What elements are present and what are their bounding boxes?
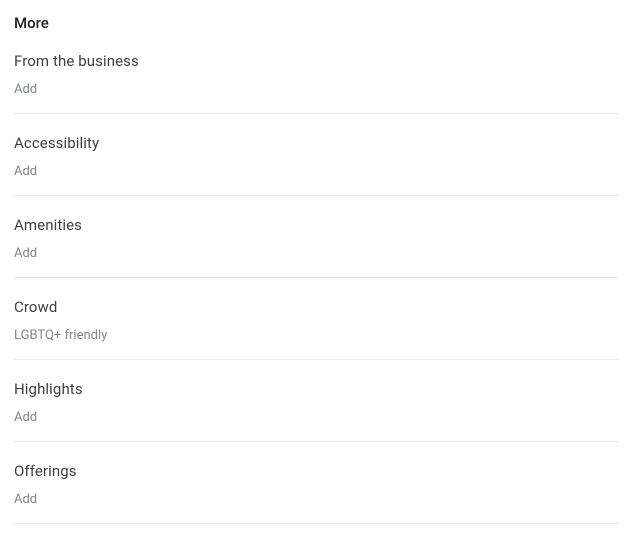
section-title: Crowd (14, 298, 619, 316)
section-value-add[interactable]: Add (14, 82, 619, 97)
section-value-add[interactable]: Add (14, 492, 619, 507)
section-from-the-business[interactable]: From the business Add (14, 52, 619, 114)
section-offerings[interactable]: Offerings Add (14, 462, 619, 524)
section-title: Accessibility (14, 134, 619, 152)
section-title: Offerings (14, 462, 619, 480)
section-highlights[interactable]: Highlights Add (14, 380, 619, 442)
section-amenities[interactable]: Amenities Add (14, 216, 619, 278)
section-accessibility[interactable]: Accessibility Add (14, 134, 619, 196)
section-value-text[interactable]: LGBTQ+ friendly (14, 328, 619, 343)
section-value-add[interactable]: Add (14, 164, 619, 179)
section-title: From the business (14, 52, 619, 70)
section-title: Amenities (14, 216, 619, 234)
page-title: More (14, 14, 619, 32)
section-value-add[interactable]: Add (14, 246, 619, 261)
section-crowd[interactable]: Crowd LGBTQ+ friendly (14, 298, 619, 360)
section-value-add[interactable]: Add (14, 410, 619, 425)
section-title: Highlights (14, 380, 619, 398)
